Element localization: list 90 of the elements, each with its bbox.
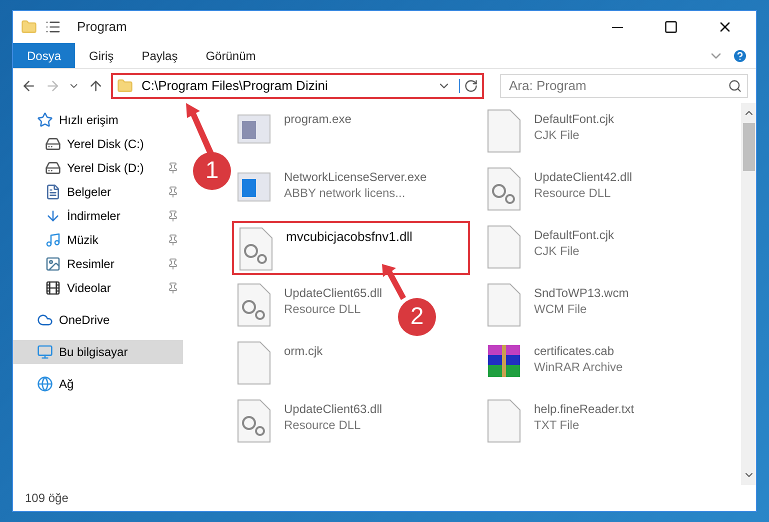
document-icon [45,184,61,200]
file-item[interactable]: DefaultFont.cjk CJK File [482,105,618,159]
file-type: CJK File [534,243,580,259]
file-item[interactable]: SndToWP13.wcm WCM File [482,279,633,333]
nav-item[interactable]: OneDrive [13,308,183,332]
film-icon [45,280,61,296]
file-name: orm.cjk [284,343,323,359]
nav-item[interactable]: Yerel Disk (D:) [13,156,183,180]
back-icon[interactable] [21,78,37,94]
maximize-icon [664,20,678,34]
ribbon-tab[interactable]: Giriş [75,43,128,68]
nav-item[interactable]: İndirmeler [13,204,183,228]
blank-file-icon [486,225,522,269]
file-item[interactable]: DefaultFont.cjk CJK File [482,221,618,275]
file-item[interactable]: mvcubicjacobsfnv1.dll [232,221,470,275]
file-type: CJK File [534,127,580,143]
pin-icon[interactable] [167,258,179,270]
gear-file-icon [486,167,522,211]
address-bar[interactable]: C:\Program Files\Program Dizini [111,73,484,99]
nav-item[interactable]: Belgeler [13,180,183,204]
blank-file-icon [236,341,272,385]
pin-icon[interactable] [167,234,179,246]
nav-item[interactable]: Yerel Disk (C:) [13,132,183,156]
nav-item[interactable]: Resimler [13,252,183,276]
file-type: TXT File [534,417,580,433]
file-name: UpdateClient42.dll [534,169,632,185]
file-name: NetworkLicenseServer.exe [284,169,427,185]
gear-file-icon [238,227,274,271]
monitor-icon [37,344,53,360]
file-name: help.fineReader.txt [534,401,634,417]
music-note-icon [45,232,61,248]
globe-icon [37,376,53,392]
file-item[interactable]: help.fineReader.txt TXT File [482,395,638,449]
nav-item[interactable]: Bu bilgisayar [13,340,183,364]
help-icon[interactable] [732,48,748,64]
forward-icon[interactable] [44,78,60,94]
star-icon [37,112,53,128]
up-icon[interactable] [88,78,104,94]
file-name: SndToWP13.wcm [534,285,629,301]
file-type: Resource DLL [284,417,362,433]
file-type: Resource DLL [534,185,612,201]
search-icon[interactable] [728,78,742,93]
blank-file-icon [486,399,522,443]
file-item[interactable]: NetworkLicenseServer.exe ABBY network licens... [232,163,431,217]
file-item[interactable]: UpdateClient65.dll Resource DLL [232,279,386,333]
file-type: Resource DLL [284,301,362,317]
nav-item[interactable]: Hızlı erişim [13,108,183,132]
cloud-icon [37,312,53,328]
pin-icon[interactable] [167,162,179,174]
nav-item[interactable]: Ağ [13,372,183,396]
file-name: DefaultFont.cjk [534,111,614,127]
file-item[interactable]: orm.cjk [232,337,327,391]
file-name: UpdateClient63.dll [284,401,382,417]
nav-item[interactable]: Müzik [13,228,183,252]
file-item[interactable]: program.exe [232,105,356,159]
file-name: UpdateClient65.dll [284,285,382,301]
file-name: DefaultFont.cjk [534,227,614,243]
picture-icon [45,256,61,272]
gear-file-icon [236,399,272,443]
properties-icon[interactable] [45,19,61,35]
blank-file-icon [486,283,522,327]
file-name: program.exe [284,111,352,127]
ribbon-tab[interactable]: Dosya [13,43,76,68]
scrollbar[interactable] [741,103,756,485]
ribbon-tab[interactable]: Görünüm [192,43,270,68]
file-name: mvcubicjacobsfnv1.dll [286,229,412,245]
minimize-icon [612,26,622,28]
blank-file-icon [486,109,522,153]
file-type: ABBY network licens... [284,185,406,201]
drive-icon [45,136,61,152]
item-count: 109 öğe [24,490,70,507]
window-title: Program [77,18,127,36]
file-item[interactable]: UpdateClient63.dll Resource DLL [232,395,386,449]
file-type: WinRAR Archive [534,359,623,375]
gear-file-icon [236,283,272,327]
drive-icon [45,160,61,176]
folder-icon[interactable] [21,19,37,35]
ribbon-tab[interactable]: Paylaş [128,43,192,68]
file-type: WCM File [534,301,588,317]
scrollbar-thumb[interactable] [742,123,754,171]
pin-icon[interactable] [167,186,179,198]
annotation-arrow [382,264,406,300]
file-item[interactable]: certificates.cab WinRAR Archive [482,337,627,391]
file-item[interactable]: UpdateClient42.dll Resource DLL [482,163,636,217]
file-name: certificates.cab [534,343,616,359]
search-field[interactable]: Ara: Program [500,74,748,98]
annotation-arrow [186,103,216,155]
pin-icon[interactable] [167,282,179,294]
nav-item[interactable]: Videolar [13,276,183,300]
pin-icon[interactable] [167,210,179,222]
